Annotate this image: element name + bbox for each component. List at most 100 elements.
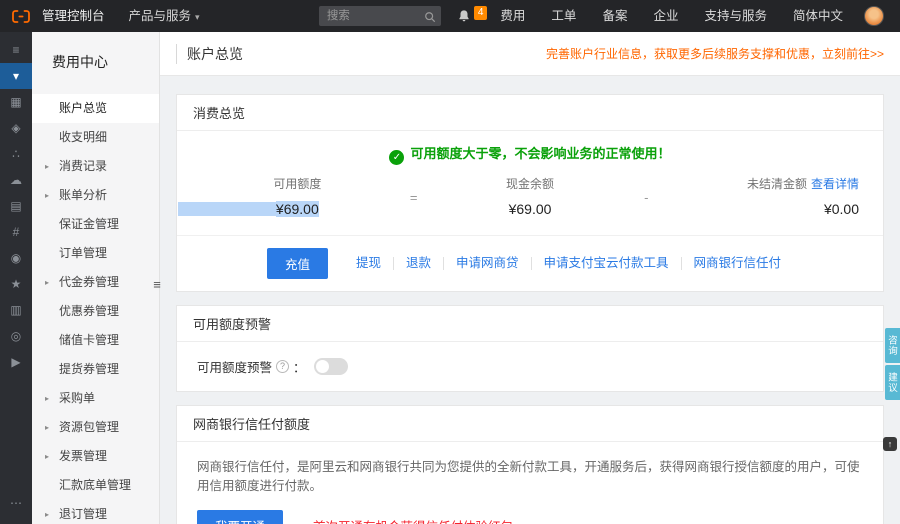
quota-alert-label: 可用额度预警 <box>197 361 273 375</box>
apply-mybank-loan-link[interactable]: 申请网商贷 <box>444 257 532 270</box>
products-grid-icon[interactable]: ▦ <box>0 89 32 115</box>
sidebar-item-income-expense[interactable]: 收支明细 <box>32 123 159 152</box>
quota-alert-colon: ： <box>293 361 306 375</box>
sidebar-title: 费用中心 <box>52 54 108 70</box>
active-app-caret-icon[interactable]: ▾ <box>0 63 32 89</box>
search-icon[interactable] <box>424 10 436 28</box>
products-services-menu[interactable]: 产品与服务 ▾ <box>129 0 200 33</box>
cloud-icon[interactable]: ☁ <box>0 167 32 193</box>
nav-item-language[interactable]: 简体中文 <box>780 0 856 32</box>
nav-item-enterprise[interactable]: 企业 <box>640 0 691 32</box>
sidebar-item-remittance-management[interactable]: 汇款底单管理 <box>32 471 159 500</box>
sidebar-item-label: 消费记录 <box>59 159 108 173</box>
sidebar-item-voucher-management[interactable]: ▸ 代金券管理 <box>32 268 159 297</box>
suggestion-tab[interactable]: 建议 <box>885 365 900 400</box>
expand-arrow-icon: ▸ <box>45 394 50 403</box>
sidebar-item-label: 发票管理 <box>59 449 108 463</box>
sidebar-item-label: 资源包管理 <box>59 420 120 434</box>
aliyun-logo-icon[interactable] <box>12 9 30 23</box>
expand-arrow-icon: ▸ <box>45 278 50 287</box>
collapse-menu-icon[interactable]: ≡ <box>0 37 32 63</box>
balance-row: 可用额度 ¥69.00 = 现金余额 ¥69.00 - 未结清金额 查看详情 ¥0… <box>177 169 883 235</box>
search-input[interactable] <box>318 6 441 26</box>
sidebar-item-account-overview[interactable]: 账户总览 <box>32 94 159 123</box>
page-title: 账户总览 <box>176 43 243 64</box>
quota-status-message: ✓ 可用额度大于零，不会影响业务的正常使用！ <box>177 131 883 169</box>
outstanding-label: 未结清金额 <box>746 177 807 191</box>
favorites-star-icon[interactable]: ★ <box>0 271 32 297</box>
expand-arrow-icon: ▸ <box>45 162 50 171</box>
account-industry-promo-link[interactable]: 完善账户行业信息，获取更多后续服务支撑和优惠，立刻前往>> <box>546 45 884 62</box>
quota-alert-card: 可用额度预警 可用额度预警 ? ： <box>176 305 884 392</box>
sidebar-item-label: 退订管理 <box>59 507 108 521</box>
sidebar-item-label: 代金券管理 <box>59 275 120 289</box>
refund-link[interactable]: 退款 <box>394 257 444 270</box>
expand-arrow-icon: ▸ <box>45 191 50 200</box>
nav-item-icp-filing[interactable]: 备案 <box>589 0 640 32</box>
sidebar-item-deposit-management[interactable]: 保证金管理 <box>32 210 159 239</box>
nav-item-billing[interactable]: 费用 <box>487 0 538 32</box>
sidebar-item-purchase-orders[interactable]: ▸ 采购单 <box>32 384 159 413</box>
check-circle-icon: ✓ <box>389 150 405 165</box>
nav-item-support[interactable]: 支持与服务 <box>691 0 780 32</box>
network-nodes-icon[interactable]: ∴ <box>0 141 32 167</box>
watch-icon[interactable]: ◎ <box>0 323 32 349</box>
main-content: 账户总览 完善账户行业信息，获取更多后续服务支撑和优惠，立刻前往>> 消费总览 … <box>160 32 900 524</box>
trustpay-description: 网商银行信任付，是阿里云和网商银行共同为您提供的全新付款工具，开通服务后，获得网… <box>197 460 860 493</box>
security-icon[interactable]: ◈ <box>0 115 32 141</box>
sidebar-item-pickup-voucher-management[interactable]: 提货券管理 <box>32 355 159 384</box>
status-text: 可用额度大于零，不会影响业务的正常使用！ <box>410 146 671 161</box>
minus-operator: - <box>644 189 649 205</box>
available-quota-label: 可用额度 <box>273 177 322 191</box>
expand-arrow-icon[interactable]: ▶ <box>0 349 32 375</box>
expand-arrow-icon: ▸ <box>45 452 50 461</box>
more-icon[interactable]: ⋯ <box>0 490 32 516</box>
balance-actions-row: 充值 提现 退款 申请网商贷 申请支付宝云付款工具 网商银行信任付 <box>177 235 883 291</box>
card-title: 消费总览 <box>177 95 883 131</box>
sidebar-item-label: 优惠券管理 <box>59 304 120 318</box>
caret-down-icon: ▾ <box>195 11 200 22</box>
cash-balance-label: 现金余额 <box>506 177 555 191</box>
storage-stack-icon[interactable]: ▤ <box>0 193 32 219</box>
withdraw-link[interactable]: 提现 <box>344 257 394 270</box>
user-avatar[interactable] <box>864 6 884 26</box>
sidebar-item-order-management[interactable]: 订单管理 <box>32 239 159 268</box>
nav-item-workorder[interactable]: 工单 <box>538 0 589 32</box>
sidebar-item-bill-analysis[interactable]: ▸ 账单分析 <box>32 181 159 210</box>
sidebar-item-resource-package-management[interactable]: ▸ 资源包管理 <box>32 413 159 442</box>
sidebar-item-label: 保证金管理 <box>59 217 120 231</box>
code-icon[interactable]: # <box>0 219 32 245</box>
apply-alipay-payment-tool-link[interactable]: 申请支付宝云付款工具 <box>532 257 682 270</box>
question-circle-icon[interactable]: ? <box>276 360 290 373</box>
sidebar-item-invoice-management[interactable]: ▸ 发票管理 <box>32 442 159 471</box>
sidebar-item-label: 汇款底单管理 <box>59 478 132 492</box>
monitor-eye-icon[interactable]: ◉ <box>0 245 32 271</box>
sidebar-item-coupon-management[interactable]: 优惠券管理 <box>32 297 159 326</box>
mybank-trustpay-link[interactable]: 网商银行信任付 <box>682 257 794 270</box>
recharge-button[interactable]: 充值 <box>266 248 328 279</box>
view-details-link[interactable]: 查看详情 <box>811 177 859 191</box>
sidebar-collapse-handle[interactable]: ≡ <box>150 270 164 300</box>
activate-trustpay-button[interactable]: 我要开通 <box>197 510 284 524</box>
analytics-chart-icon[interactable]: ▥ <box>0 297 32 323</box>
available-quota-value: ¥69.00 <box>177 201 319 217</box>
sidebar-item-stored-card-management[interactable]: 储值卡管理 <box>32 326 159 355</box>
quota-alert-toggle[interactable] <box>313 358 348 375</box>
text-selection-highlight <box>177 202 276 216</box>
consult-tab[interactable]: 咨询 <box>885 328 900 363</box>
sidebar-item-label: 订单管理 <box>59 246 108 260</box>
sidebar-item-label: 账单分析 <box>59 188 108 202</box>
trustpay-quota-card: 网商银行信任付额度 网商银行信任付，是阿里云和网商银行共同为您提供的全新付款工具… <box>176 405 884 524</box>
outstanding-value: ¥0.00 <box>823 201 860 217</box>
sidebar-item-consumption-records[interactable]: ▸ 消费记录 <box>32 152 159 181</box>
sidebar-item-unsubscribe-management[interactable]: ▸ 退订管理 <box>32 500 159 524</box>
equals-operator: = <box>409 189 418 205</box>
aliyun-logo-svg <box>12 9 30 23</box>
back-to-top-button[interactable]: ↑ <box>883 437 897 451</box>
notifications-button[interactable]: 4 <box>457 6 488 23</box>
trustpay-promo-text: 首次开通有机会获得信任付体验红包 <box>313 516 513 524</box>
sidebar-item-label: 收支明细 <box>59 130 108 144</box>
cash-balance-column: 现金余额 ¥69.00 <box>434 175 627 219</box>
cash-balance-value: ¥69.00 <box>508 201 552 217</box>
console-home-link[interactable]: 管理控制台 <box>42 0 105 32</box>
